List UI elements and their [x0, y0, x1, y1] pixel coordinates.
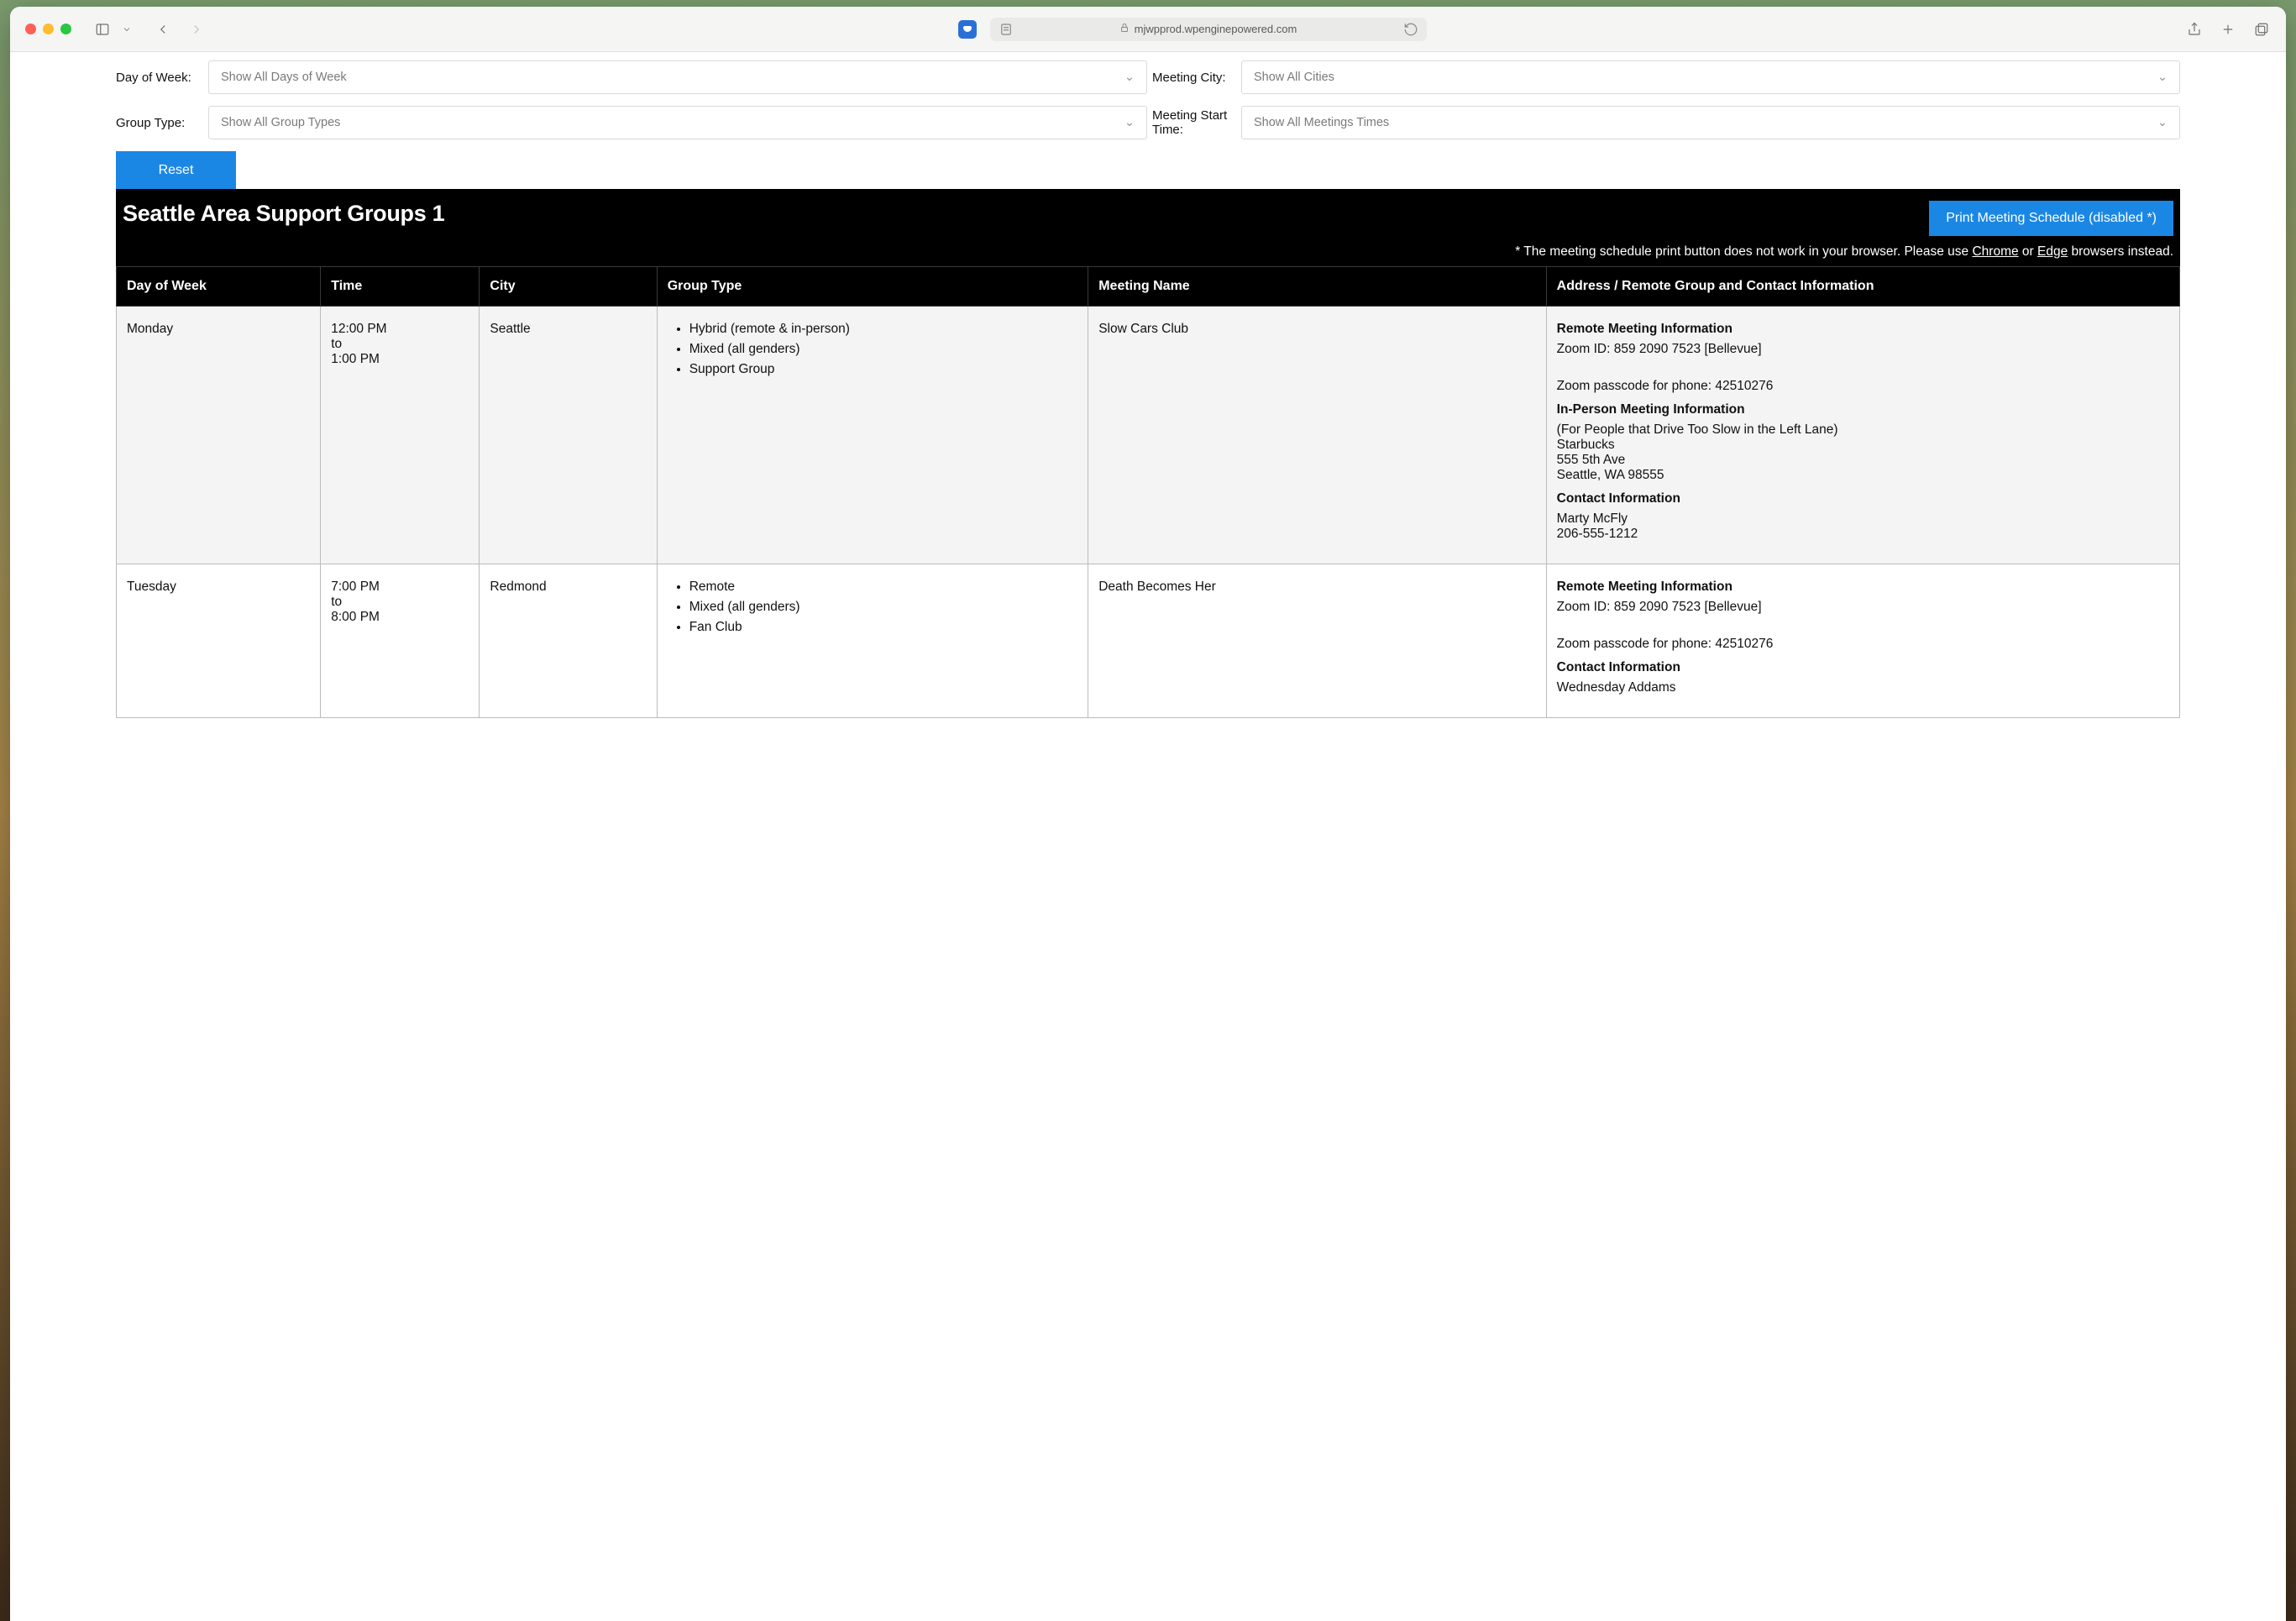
meeting-start-select[interactable]: Show All Meetings Times ⌄	[1241, 106, 2180, 139]
window-controls	[25, 24, 71, 34]
day-of-week-label: Day of Week:	[116, 71, 203, 85]
lock-icon	[1119, 23, 1130, 35]
group-type-item: Hybrid (remote & in-person)	[689, 322, 1078, 337]
col-group-type: Group Type	[657, 267, 1088, 307]
meeting-start-label: Meeting Start Time:	[1152, 108, 1236, 137]
back-button[interactable]	[154, 20, 172, 39]
share-icon[interactable]	[2185, 20, 2204, 39]
group-type-item: Fan Club	[689, 620, 1078, 635]
reader-mode-icon[interactable]	[997, 20, 1015, 39]
sidebar-toggle-icon[interactable]	[93, 20, 112, 39]
cell-city: Redmond	[480, 564, 657, 718]
page-title: Seattle Area Support Groups 1	[123, 201, 444, 227]
titlebar: mjwpprod.wpenginepowered.com	[10, 7, 2286, 52]
meeting-city-label: Meeting City:	[1152, 71, 1236, 85]
browser-window: mjwpprod.wpenginepowered.com Day of Week…	[10, 7, 2286, 1621]
cell-meeting-name: Slow Cars Club	[1088, 307, 1546, 564]
group-type-item: Support Group	[689, 362, 1078, 377]
print-schedule-button[interactable]: Print Meeting Schedule (disabled *)	[1929, 201, 2173, 236]
chevron-down-icon: ⌄	[1124, 116, 1135, 129]
cell-time: 7:00 PMto8:00 PM	[321, 564, 480, 718]
reset-button[interactable]: Reset	[116, 151, 236, 189]
col-address: Address / Remote Group and Contact Infor…	[1546, 267, 2179, 307]
cell-address: Remote Meeting InformationZoom ID: 859 2…	[1546, 564, 2179, 718]
page-content[interactable]: Day of Week: Show All Days of Week ⌄ Mee…	[10, 52, 2286, 1621]
new-tab-icon[interactable]	[2219, 20, 2237, 39]
cell-time: 12:00 PMto1:00 PM	[321, 307, 480, 564]
chevron-down-icon: ⌄	[2157, 71, 2168, 84]
app-badge-icon	[958, 20, 977, 39]
maximize-window-button[interactable]	[60, 24, 71, 34]
table-row: Tuesday7:00 PMto8:00 PMRedmond Remote Mixe…	[117, 564, 2180, 718]
select-value: Show All Cities	[1254, 71, 1334, 84]
table-row: Monday12:00 PMto1:00 PMSeattleHybrid (re…	[117, 307, 2180, 564]
cell-address: Remote Meeting InformationZoom ID: 859 2…	[1546, 307, 2179, 564]
col-day: Day of Week	[117, 267, 321, 307]
reload-icon[interactable]	[1402, 20, 1420, 39]
tabs-overview-icon[interactable]	[2252, 20, 2271, 39]
meeting-city-select[interactable]: Show All Cities ⌄	[1241, 60, 2180, 94]
cell-day: Tuesday	[117, 564, 321, 718]
cell-group-type: Remote Mixed (all genders) Fan Club	[657, 564, 1088, 718]
cell-group-type: Hybrid (remote & in-person) Mixed (all ge…	[657, 307, 1088, 564]
table-header-bar: Seattle Area Support Groups 1 Print Meet…	[116, 189, 2180, 266]
select-value: Show All Group Types	[221, 116, 340, 129]
edge-link[interactable]: Edge	[2037, 244, 2068, 259]
group-type-item: Remote	[689, 580, 1078, 595]
group-type-label: Group Type:	[116, 116, 203, 130]
minimize-window-button[interactable]	[43, 24, 54, 34]
chevron-down-icon: ⌄	[1124, 71, 1135, 84]
print-disabled-note: * The meeting schedule print button does…	[123, 244, 2173, 260]
cell-day: Monday	[117, 307, 321, 564]
select-value: Show All Meetings Times	[1254, 116, 1389, 129]
meetings-table: Day of Week Time City Group Type Meeting…	[116, 266, 2180, 718]
chrome-link[interactable]: Chrome	[1972, 244, 2018, 259]
chevron-down-icon[interactable]	[122, 20, 132, 39]
group-type-select[interactable]: Show All Group Types ⌄	[208, 106, 1147, 139]
url-text: mjwpprod.wpenginepowered.com	[1135, 23, 1297, 35]
select-value: Show All Days of Week	[221, 71, 347, 84]
group-type-item: Mixed (all genders)	[689, 600, 1078, 615]
close-window-button[interactable]	[25, 24, 36, 34]
chevron-down-icon: ⌄	[2157, 116, 2168, 129]
url-bar[interactable]: mjwpprod.wpenginepowered.com	[990, 18, 1427, 41]
col-time: Time	[321, 267, 480, 307]
day-of-week-select[interactable]: Show All Days of Week ⌄	[208, 60, 1147, 94]
filter-controls: Day of Week: Show All Days of Week ⌄ Mee…	[116, 60, 2180, 139]
col-meeting-name: Meeting Name	[1088, 267, 1546, 307]
group-type-item: Mixed (all genders)	[689, 342, 1078, 357]
cell-meeting-name: Death Becomes Her	[1088, 564, 1546, 718]
forward-button[interactable]	[187, 20, 206, 39]
cell-city: Seattle	[480, 307, 657, 564]
col-city: City	[480, 267, 657, 307]
